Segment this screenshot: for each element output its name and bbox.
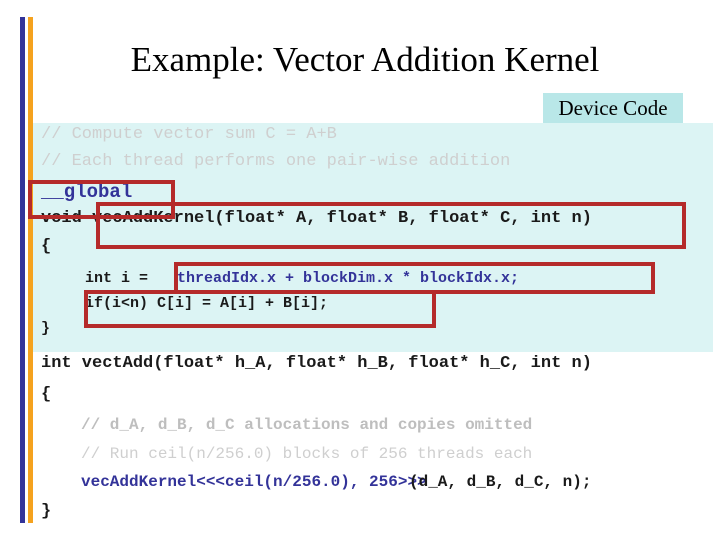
code-line-kernel-close-brace: } (41, 320, 51, 337)
code-line-kernel-open-brace: { (41, 237, 52, 256)
host-code-panel: int vectAdd(float* h_A, float* h_B, floa… (33, 352, 713, 527)
code-line-comment-compute-sum: // Compute vector sum C = A+B (41, 125, 337, 144)
page-title: Example: Vector Addition Kernel (130, 40, 600, 79)
code-line-host-close-brace: } (41, 502, 52, 521)
code-line-comment-pairwise: // Each thread performs one pair-wise ad… (41, 152, 511, 171)
annotation-box-kernel-signature (96, 202, 686, 249)
slide-canvas: Example: Vector Addition Kernel // Compu… (0, 0, 720, 540)
annotation-box-bounds-check (84, 290, 436, 328)
code-line-kernel-launch-args: (d_A, d_B, d_C, n); (409, 473, 592, 491)
device-code-callout: Device Code (543, 93, 683, 123)
code-line-comment-run-blocks: // Run ceil(n/256.0) blocks of 256 threa… (81, 445, 533, 463)
code-line-int-i-decl: int i = (85, 270, 158, 287)
code-line-host-signature: int vectAdd(float* h_A, float* h_B, floa… (41, 354, 592, 373)
code-line-host-open-brace: { (41, 385, 52, 404)
code-line-comment-allocations: // d_A, d_B, d_C allocations and copies … (81, 416, 533, 434)
code-line-kernel-launch: vecAddKernel<<<ceil(n/256.0), 256>>> (81, 473, 427, 491)
left-accent-bar-blue (20, 17, 25, 523)
